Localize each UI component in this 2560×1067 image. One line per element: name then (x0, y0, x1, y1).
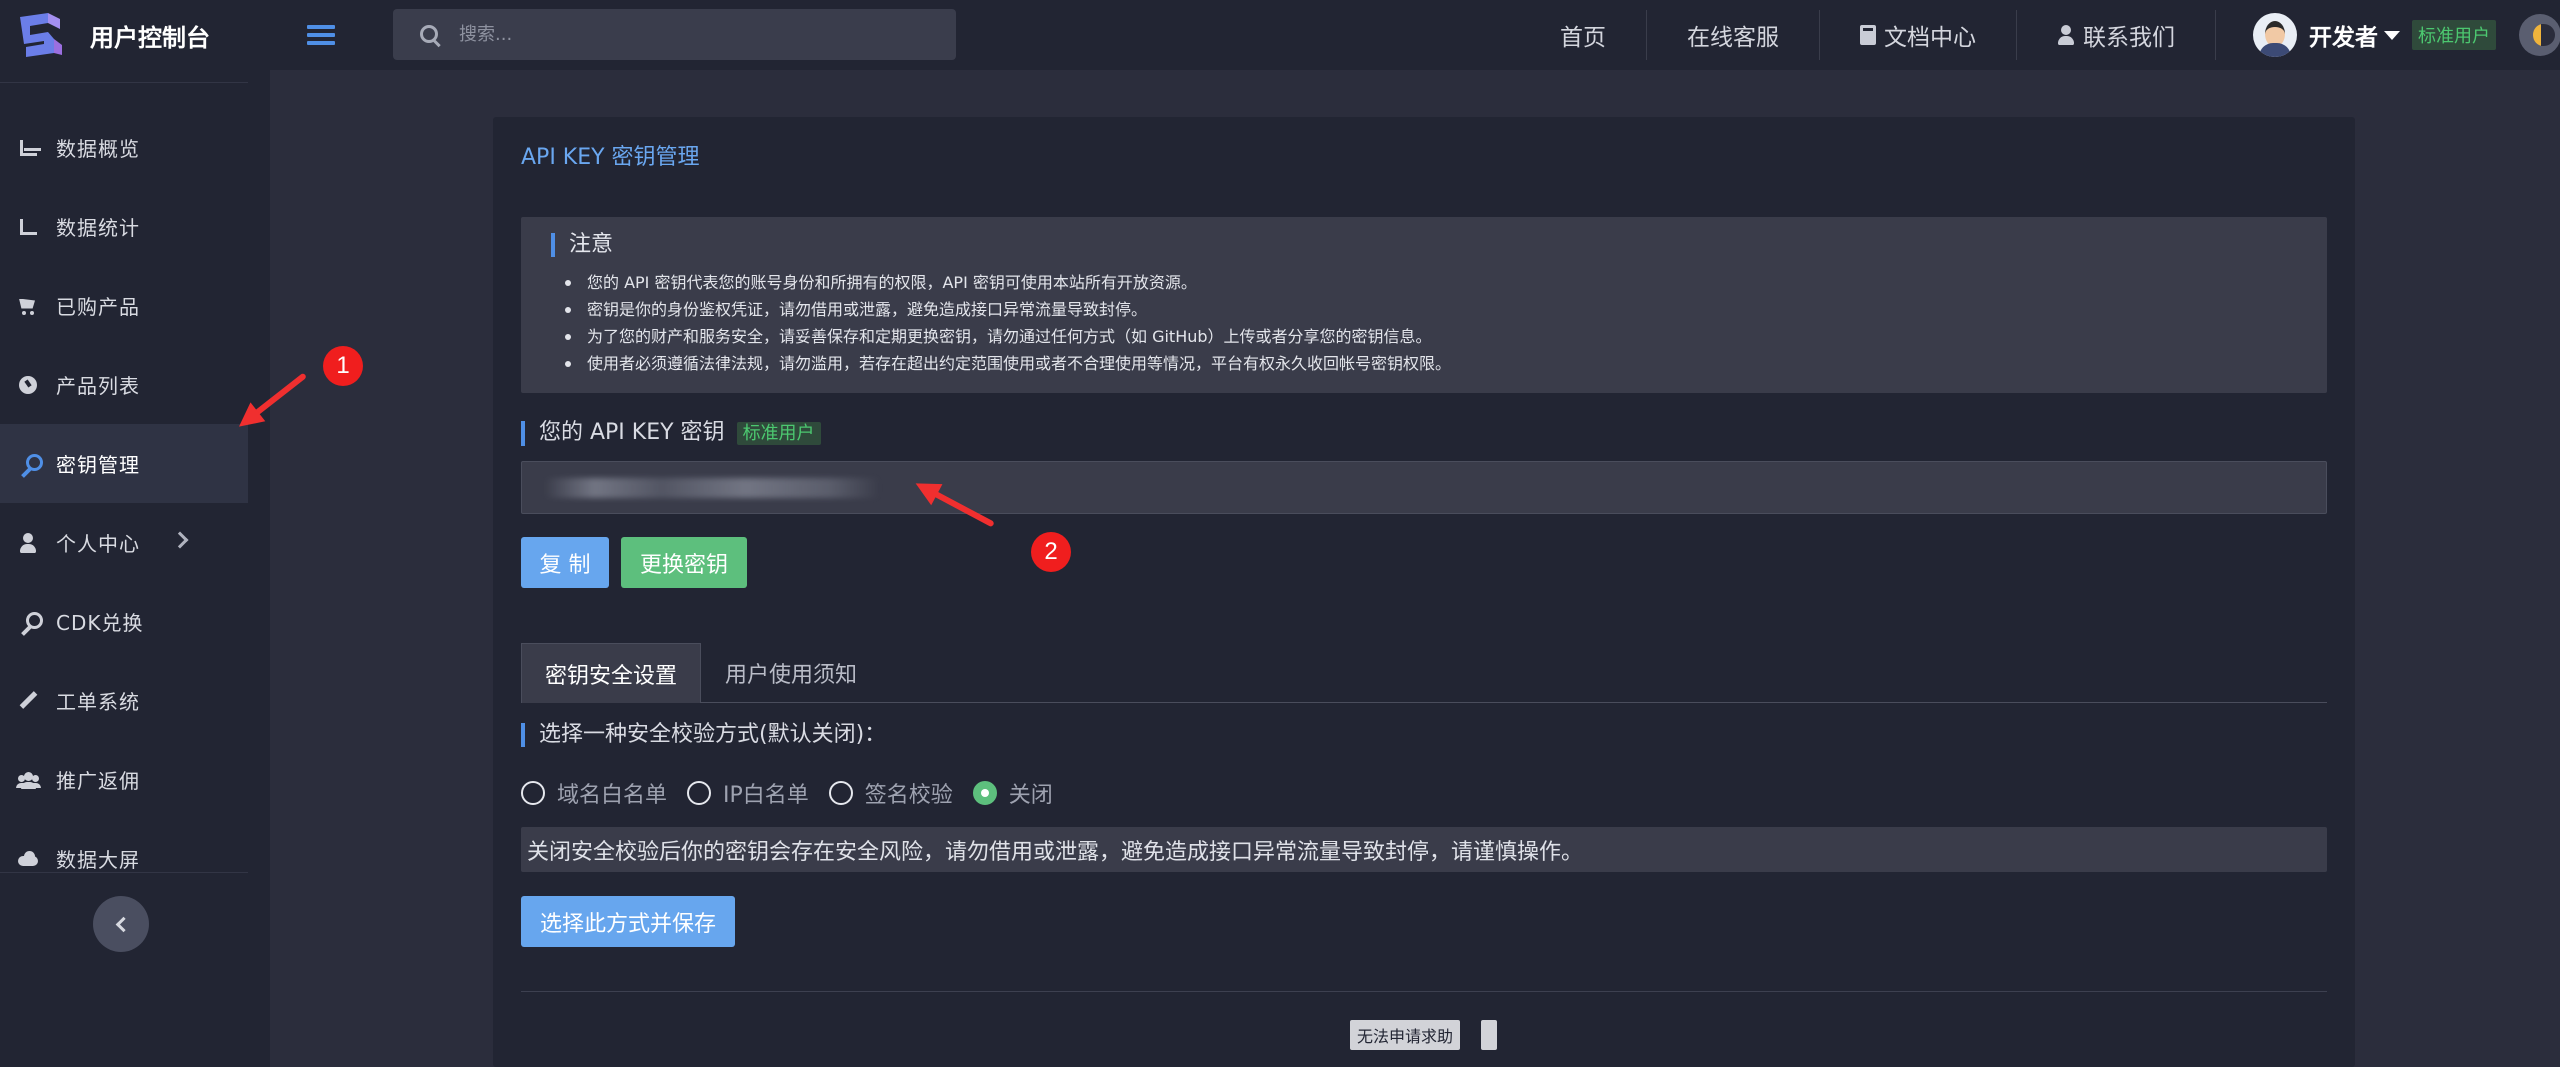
security-warning: 关闭安全校验后你的密钥会存在安全风险，请勿借用或泄露，避免造成接口异常流量导致封… (521, 827, 2327, 872)
chevron-right-icon (171, 531, 189, 549)
top-nav: 首页 在线客服 文档中心 联系我们 (1520, 0, 2216, 70)
users-icon (18, 770, 38, 790)
key-section-title: 您的 API KEY 密钥 标准用户 (521, 421, 821, 446)
nav-online-support[interactable]: 在线客服 (1647, 10, 1820, 60)
help-request-button[interactable]: 无法申请求助 (1350, 1020, 1461, 1050)
menu-toggle-icon[interactable] (307, 21, 335, 49)
nav-docs[interactable]: 文档中心 (1820, 10, 2017, 60)
panel-title: API KEY 密钥管理 (521, 145, 700, 170)
top-bar: 用户控制台 首页 在线客服 文档中心 联系我们 开发者 标准用户 (0, 0, 2560, 70)
radio-ip-whitelist[interactable]: IP白名单 (687, 777, 809, 809)
notice-item: 密钥是你的身份鉴权凭证，请勿借用或泄露，避免造成接口异常流量导致封停。 (551, 296, 1451, 323)
notice-title: 注意 (551, 233, 613, 257)
sidebar-item-cdk-redeem[interactable]: CDK兑换 (0, 582, 248, 661)
sidebar-item-key-management[interactable]: 密钥管理 (0, 424, 248, 503)
user-level-badge: 标准用户 (2412, 20, 2496, 50)
notice-box: 注意 您的 API 密钥代表您的账号身份和所拥有的权限，API 密钥可使用本站所… (521, 217, 2327, 393)
annotation-marker-1: 1 (323, 346, 363, 386)
sidebar-item-purchased-products[interactable]: 已购产品 (0, 266, 248, 345)
sidebar: 数据概览 数据统计 已购产品 产品列表 密钥管理 个人中心 CDK兑换 工单系统… (0, 70, 270, 1067)
settings-tabs: 密钥安全设置 用户使用须知 (521, 643, 2327, 703)
sidebar-item-personal-center[interactable]: 个人中心 (0, 503, 248, 582)
radio-circle[interactable] (687, 781, 712, 805)
save-method-button[interactable]: 选择此方式并保存 (521, 896, 735, 947)
area-chart-icon (18, 138, 38, 158)
radio-circle[interactable] (828, 781, 853, 805)
brand-title: 用户控制台 (90, 23, 210, 52)
search-input[interactable] (459, 24, 939, 45)
book-icon (1860, 25, 1876, 45)
user-icon (18, 532, 38, 553)
radio-circle-checked[interactable] (972, 781, 997, 805)
search-box[interactable] (393, 9, 956, 60)
radio-off[interactable]: 关闭 (972, 777, 1053, 809)
search-icon (419, 24, 441, 46)
pencil-icon (18, 691, 38, 711)
notice-item: 您的 API 密钥代表您的账号身份和所拥有的权限，API 密钥可使用本站所有开放… (551, 269, 1451, 296)
cloud-icon (18, 849, 38, 869)
security-section-title: 选择一种安全校验方式(默认关闭)： (521, 723, 886, 747)
notice-item: 使用者必须遵循法律法规，请勿滥用，若存在超出约定范围使用或者不合理使用等情况，平… (551, 350, 1451, 377)
sidebar-divider (0, 82, 248, 83)
radio-domain-whitelist[interactable]: 域名白名单 (521, 777, 667, 809)
avatar (2253, 13, 2297, 57)
gauge-icon (18, 375, 38, 395)
api-key-field[interactable] (521, 461, 2327, 514)
sidebar-item-data-overview[interactable]: 数据概览 (0, 108, 248, 187)
caret-down-icon (2384, 30, 2400, 40)
sidebar-collapse-button[interactable] (93, 896, 149, 952)
api-key-panel: API KEY 密钥管理 注意 您的 API 密钥代表您的账号身份和所拥有的权限… (493, 117, 2355, 1067)
sidebar-menu: 数据概览 数据统计 已购产品 产品列表 密钥管理 个人中心 CDK兑换 工单系统… (0, 137, 248, 898)
sidebar-item-data-statistics[interactable]: 数据统计 (0, 187, 248, 266)
blurred-key-value (544, 478, 880, 498)
theme-toggle-icon[interactable] (2519, 14, 2560, 56)
radio-signature[interactable]: 签名校验 (828, 777, 953, 809)
notice-item: 为了您的财产和服务安全，请妥善保存和定期更换密钥，请勿通过任何方式（如 GitH… (551, 323, 1451, 350)
user-name: 开发者 (2309, 25, 2378, 51)
annotation-marker-2: 2 (1031, 532, 1071, 572)
key-icon (18, 453, 43, 474)
tab-usage-notice[interactable]: 用户使用须知 (701, 643, 881, 703)
radio-circle[interactable] (521, 781, 545, 805)
sidebar-divider (0, 872, 248, 873)
sidebar-item-data-screen[interactable]: 数据大屏 (0, 819, 248, 898)
user-profile-menu[interactable]: 开发者 标准用户 (2253, 13, 2496, 57)
key-icon (18, 611, 43, 632)
cart-icon (18, 296, 38, 316)
sidebar-item-referral[interactable]: 推广返佣 (0, 740, 248, 819)
rotate-key-button[interactable]: 更换密钥 (621, 537, 747, 588)
help-secondary-button[interactable] (1481, 1020, 1497, 1050)
sidebar-item-product-list[interactable]: 产品列表 (0, 345, 248, 424)
tab-key-security[interactable]: 密钥安全设置 (521, 643, 701, 703)
logo-icon (20, 13, 62, 57)
panel-divider (521, 991, 2327, 992)
user-icon (2057, 25, 2075, 45)
brand[interactable]: 用户控制台 (0, 0, 248, 70)
notice-list: 您的 API 密钥代表您的账号身份和所拥有的权限，API 密钥可使用本站所有开放… (551, 269, 1451, 377)
sidebar-item-ticket-system[interactable]: 工单系统 (0, 661, 248, 740)
nav-contact[interactable]: 联系我们 (2017, 10, 2216, 60)
nav-home[interactable]: 首页 (1520, 10, 1647, 60)
security-method-radio-group: 域名白名单 IP白名单 签名校验 关闭 (521, 777, 1073, 809)
line-chart-icon (18, 217, 38, 237)
copy-button[interactable]: 复 制 (521, 537, 609, 588)
user-level-badge: 标准用户 (736, 422, 821, 445)
